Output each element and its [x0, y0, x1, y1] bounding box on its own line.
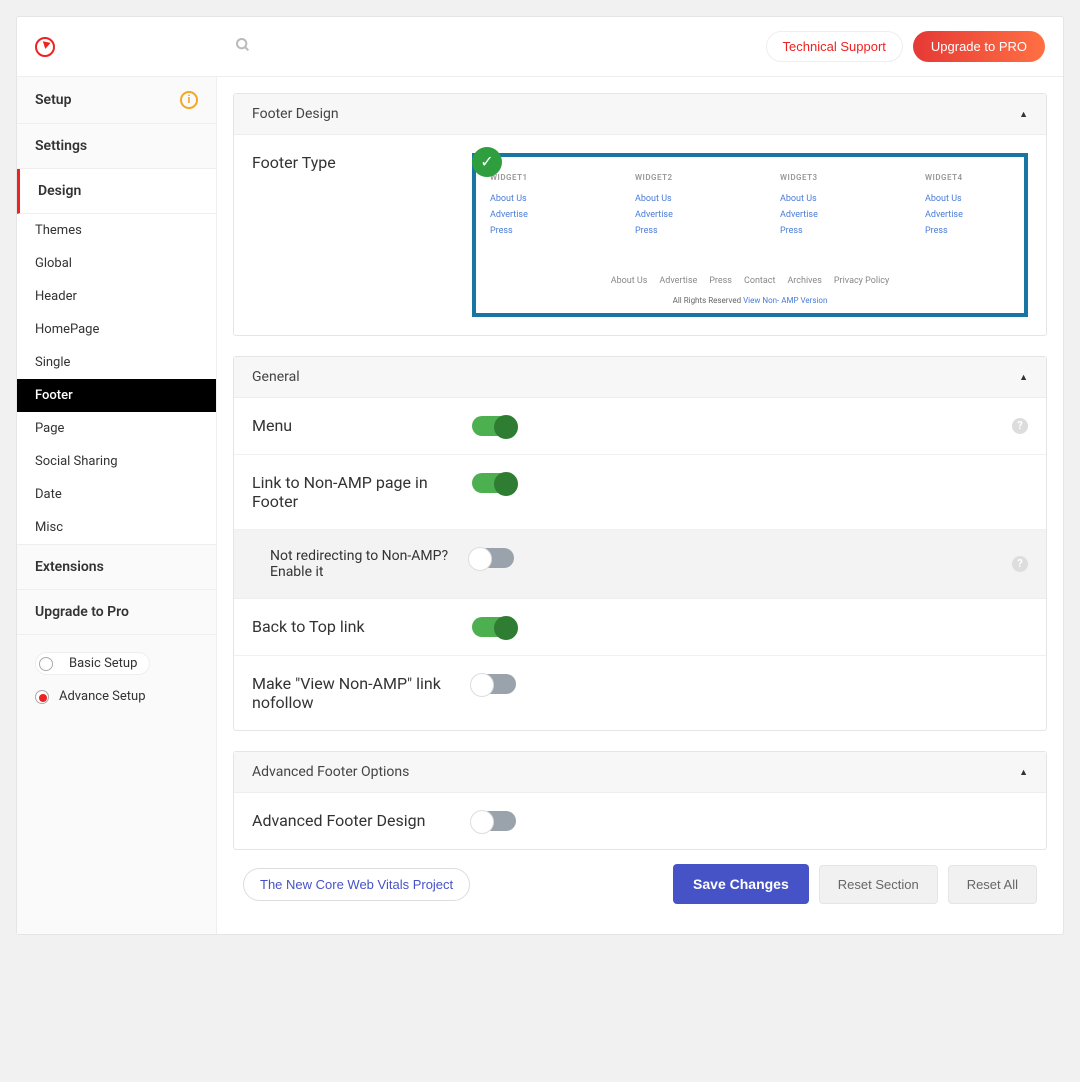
- advance-setup-label: Advance Setup: [59, 689, 146, 704]
- menu-toggle[interactable]: [472, 416, 516, 436]
- sidebar-item-social-sharing[interactable]: Social Sharing: [17, 445, 216, 478]
- nofollow-toggle[interactable]: [472, 674, 516, 694]
- redirect-toggle[interactable]: [470, 548, 514, 568]
- basic-setup-label: Basic Setup: [63, 656, 143, 671]
- basic-setup-radio[interactable]: Basic Setup: [17, 645, 216, 682]
- help-icon[interactable]: ?: [1012, 418, 1028, 434]
- help-icon[interactable]: ?: [1012, 556, 1028, 572]
- technical-support-button[interactable]: Technical Support: [766, 31, 903, 62]
- sidebar-item-footer[interactable]: Footer: [17, 379, 216, 412]
- sidebar-item-single[interactable]: Single: [17, 346, 216, 379]
- preview-credit: All Rights Reserved View Non- AMP Versio…: [490, 296, 1010, 305]
- info-icon: i: [180, 91, 198, 109]
- save-changes-button[interactable]: Save Changes: [673, 864, 809, 904]
- collapse-icon: ▲: [1019, 109, 1028, 120]
- sidebar-setup-label: Setup: [35, 92, 71, 108]
- collapse-icon: ▲: [1019, 767, 1028, 778]
- advanced-design-toggle[interactable]: [472, 811, 516, 831]
- upgrade-pro-button[interactable]: Upgrade to PRO: [913, 31, 1045, 62]
- backtotop-toggle[interactable]: [472, 617, 516, 637]
- advanced-title: Advanced Footer Options: [252, 764, 409, 780]
- sidebar-item-homepage[interactable]: HomePage: [17, 313, 216, 346]
- preview-widget-col: WIDGET4About UsAdvertisePress: [925, 173, 1010, 236]
- sidebar-item-page[interactable]: Page: [17, 412, 216, 445]
- check-icon: ✓: [472, 147, 502, 177]
- general-header[interactable]: General ▲: [234, 357, 1046, 398]
- preview-bottom-links: About UsAdvertisePressContactArchivesPri…: [490, 276, 1010, 286]
- footer-design-title: Footer Design: [252, 106, 339, 122]
- preview-widget-col: WIDGET1About UsAdvertisePress: [490, 173, 575, 236]
- sidebar-item-misc[interactable]: Misc: [17, 511, 216, 544]
- sidebar-setup[interactable]: Setup i: [17, 77, 216, 124]
- search-icon[interactable]: [235, 37, 766, 57]
- sidebar-item-themes[interactable]: Themes: [17, 214, 216, 247]
- advance-setup-radio[interactable]: Advance Setup: [17, 682, 216, 711]
- core-web-vitals-button[interactable]: The New Core Web Vitals Project: [243, 868, 470, 901]
- reset-section-button[interactable]: Reset Section: [819, 865, 938, 904]
- sidebar-item-date[interactable]: Date: [17, 478, 216, 511]
- menu-label: Menu: [252, 416, 472, 435]
- footer-design-header[interactable]: Footer Design ▲: [234, 94, 1046, 135]
- advanced-header[interactable]: Advanced Footer Options ▲: [234, 752, 1046, 793]
- amp-logo-icon: [35, 37, 55, 57]
- footer-type-label: Footer Type: [252, 153, 472, 172]
- sidebar-design-label: Design: [38, 183, 81, 199]
- sidebar-item-global[interactable]: Global: [17, 247, 216, 280]
- sidebar-design[interactable]: Design: [17, 169, 216, 214]
- redirect-label: Not redirecting to Non-AMP? Enable it: [270, 548, 470, 580]
- nonamp-toggle[interactable]: [472, 473, 516, 493]
- footer-type-preview[interactable]: ✓ WIDGET1About UsAdvertisePressWIDGET2Ab…: [472, 153, 1028, 317]
- nofollow-label: Make "View Non-AMP" link nofollow: [252, 674, 472, 712]
- nonamp-label: Link to Non-AMP page in Footer: [252, 473, 472, 511]
- collapse-icon: ▲: [1019, 372, 1028, 383]
- sidebar-settings-label: Settings: [35, 138, 87, 154]
- reset-all-button[interactable]: Reset All: [948, 865, 1037, 904]
- sidebar-upgrade[interactable]: Upgrade to Pro: [17, 589, 216, 635]
- sidebar-extensions[interactable]: Extensions: [17, 544, 216, 589]
- advanced-design-label: Advanced Footer Design: [252, 811, 472, 830]
- sidebar-item-header[interactable]: Header: [17, 280, 216, 313]
- sidebar-settings[interactable]: Settings: [17, 124, 216, 169]
- backtotop-label: Back to Top link: [252, 617, 472, 636]
- preview-widget-col: WIDGET3About UsAdvertisePress: [780, 173, 865, 236]
- general-title: General: [252, 369, 300, 385]
- preview-widget-col: WIDGET2About UsAdvertisePress: [635, 173, 720, 236]
